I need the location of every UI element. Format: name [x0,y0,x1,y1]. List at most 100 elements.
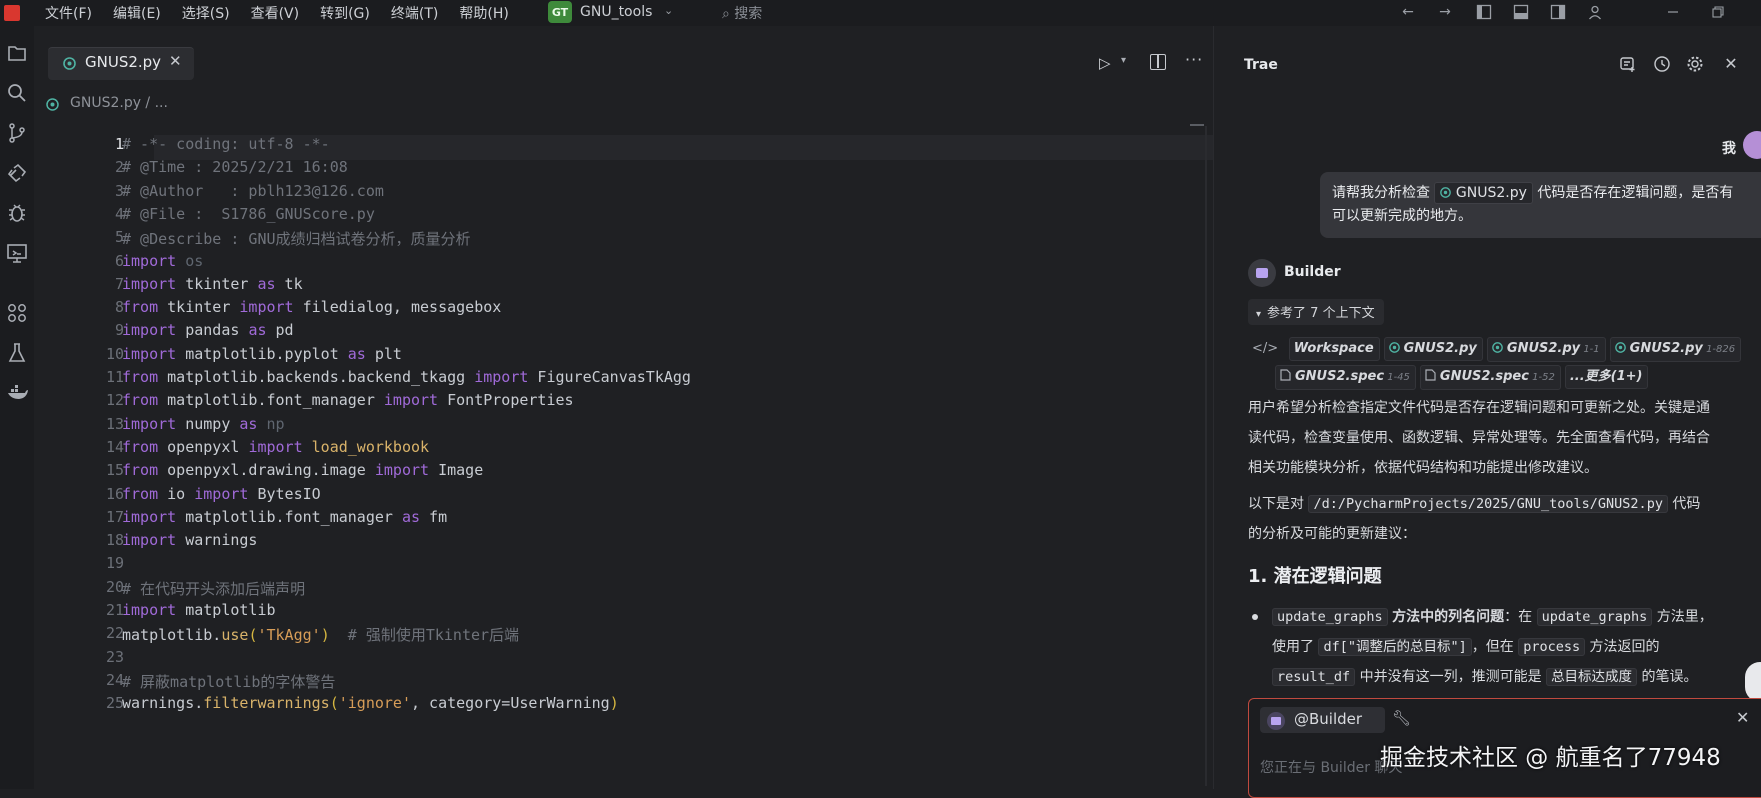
code-line[interactable]: 25 warnings.filterwarnings('ignore', cate… [34,694,1214,720]
debug-icon[interactable] [6,202,28,224]
code-text: from matplotlib.backends.backend_tkagg i… [122,368,691,386]
context-reference-chip[interactable]: GNUS2.spec 1-52 [1419,365,1561,390]
history-icon[interactable] [1653,55,1671,73]
code-line[interactable]: 23 [34,648,1214,674]
toggle-sidebar-icon[interactable] [1476,4,1492,20]
code-line[interactable]: 20 # 在代码开头添加后端声明 [34,578,1214,604]
code-line[interactable]: 8 from tkinter import filedialog, message… [34,298,1214,324]
run-icon[interactable]: ▷ [1099,54,1111,72]
agent-mention-label[interactable]: @Builder [1294,710,1362,728]
code-line[interactable]: 10 import matplotlib.pyplot as plt [34,345,1214,371]
context-references-row: GNUS2.spec 1-45 GNUS2.spec 1-52 ...更多(1+) [1275,365,1652,390]
code-line[interactable]: 13 import numpy as np [34,415,1214,441]
code-line[interactable]: 12 from matplotlib.font_manager import Fo… [34,391,1214,417]
context-reference-chip[interactable]: GNUS2.py [1383,337,1483,361]
editor-scrollbar[interactable] [1205,126,1207,786]
inline-code: 总目标达成度 [1546,668,1638,686]
extensions-link-icon[interactable] [6,162,28,184]
tab-label[interactable]: GNUS2.py [85,53,161,71]
code-line[interactable]: 19 [34,554,1214,580]
context-toggle[interactable]: ▾ 参考了 7 个上下文 [1248,299,1384,325]
project-badge[interactable]: GT [548,1,572,23]
forward-arrow-icon[interactable]: → [1437,4,1453,20]
search-box[interactable]: ⌕ 搜索 [722,3,762,23]
context-reference-chip[interactable]: GNUS2.spec 1-45 [1275,365,1416,390]
code-icon: </> [1252,341,1279,356]
code-line[interactable]: 5 # @Describe : GNU成绩归档试卷分析，质量分析 [34,228,1214,254]
menu-edit[interactable]: 编辑(E) [113,3,161,23]
context-reference-chip[interactable]: GNUS2.py 1-826 [1609,337,1742,362]
file-path-code[interactable]: /d:/PycharmProjects/2025/GNU_tools/GNUS2… [1308,495,1668,513]
menu-terminal[interactable]: 终端(T) [391,3,438,23]
code-line[interactable]: 17 import matplotlib.font_manager as fm [34,508,1214,534]
code-line[interactable]: 3 # @Author : pblh123@126.com [34,182,1214,208]
back-arrow-icon[interactable]: ← [1400,4,1416,20]
docker-icon[interactable] [6,382,28,404]
source-control-icon[interactable] [6,122,28,144]
line-number: 11 [105,368,124,386]
context-reference-chip[interactable]: GNUS2.py 1-1 [1486,337,1606,362]
code-line[interactable]: 4 # @File : S1786_GNUScore.py [34,205,1214,231]
inline-code: process [1518,638,1586,656]
menu-help[interactable]: 帮助(H) [459,3,508,23]
settings-gear-icon[interactable] [1686,55,1704,73]
tools-wrench-icon[interactable]: 🔧︎ [1392,709,1411,727]
code-line[interactable]: 14 from openpyxl import load_workbook [34,438,1214,464]
line-number: 6 [114,251,124,270]
split-editor-icon[interactable] [1150,54,1166,70]
code-line[interactable]: 7 import tkinter as tk [34,275,1214,301]
code-line[interactable]: 21 import matplotlib [34,601,1214,627]
close-icon[interactable]: ✕ [169,52,182,70]
chevron-down-icon[interactable]: ▾ [1121,55,1126,66]
code-editor[interactable]: 1 # -*- coding: utf-8 -*- 2 # @Time : 2025/… [34,130,1244,789]
code-line[interactable]: 15 from openpyxl.drawing.image import Ima… [34,461,1214,487]
extensions-grid-icon[interactable] [6,302,28,324]
context-reference-chip[interactable]: Workspace [1288,337,1380,361]
remote-display-icon[interactable] [6,242,28,264]
code-text: warnings.filterwarnings('ignore', catego… [122,694,619,713]
line-number: 10 [105,344,124,363]
code-line[interactable]: 18 import warnings [34,531,1214,557]
menu-view[interactable]: 查看(V) [251,3,300,23]
message-text: 请帮我分析检查 [1332,185,1430,201]
python-file-icon [1492,342,1503,353]
scroll-to-bottom-button[interactable] [1745,662,1761,702]
explorer-icon[interactable] [6,42,28,64]
chevron-down-icon[interactable]: ⌄ [664,4,673,17]
line-number: 21 [105,601,124,619]
new-chat-icon[interactable] [1619,55,1637,73]
file-reference-chip[interactable]: GNUS2.py [1434,182,1533,204]
restore-icon[interactable] [1710,4,1726,20]
menu-selection[interactable]: 选择(S) [182,3,230,23]
close-icon[interactable]: ✕ [1736,708,1749,727]
context-reference-chip[interactable]: ...更多(1+) [1564,365,1649,389]
reference-name: GNUS2.py [1403,341,1477,356]
code-line[interactable]: 16 from io import BytesIO [34,485,1214,511]
reference-range: 1-45 [1384,372,1410,383]
line-number: 13 [105,414,124,433]
breadcrumb[interactable]: GNUS2.py / ... [70,95,168,111]
toggle-secondary-sidebar-icon[interactable] [1550,4,1566,20]
project-name[interactable]: GNU_tools [580,4,652,20]
code-line[interactable]: 11 from matplotlib.backends.backend_tkagg… [34,368,1214,394]
minimize-icon[interactable] [1665,4,1681,20]
code-line[interactable]: 1 # -*- coding: utf-8 -*- [34,135,1214,161]
close-icon[interactable]: ✕ [1722,55,1740,73]
search-icon[interactable] [6,82,28,104]
inline-code: df["调整后的总目标"] [1318,638,1472,656]
toggle-panel-icon[interactable] [1513,4,1529,20]
testing-flask-icon[interactable] [6,342,28,364]
text-span: 方法里， [1656,609,1713,625]
code-line[interactable]: 2 # @Time : 2025/2/21 16:08 [34,158,1214,184]
code-line[interactable]: 22 matplotlib.use('TkAgg') # 强制使用Tkinter后… [34,624,1214,650]
menu-file[interactable]: 文件(F) [45,3,92,23]
code-line[interactable]: 6 import os [34,252,1214,278]
more-actions-icon[interactable]: ··· [1185,50,1203,69]
title-bar: 文件(F) 编辑(E) 选择(S) 查看(V) 转到(G) 终端(T) 帮助(H… [0,0,1761,26]
menu-goto[interactable]: 转到(G) [320,3,370,23]
account-icon[interactable] [1587,4,1603,20]
code-line[interactable]: 24 # 屏蔽matplotlib的字体警告 [34,671,1214,697]
code-text: # @Author : pblh123@126.com [122,181,384,200]
code-line[interactable]: 9 import pandas as pd [34,321,1214,347]
text-line: 相关功能模块分析，依据代码结构和功能提出修改建议。 [1248,460,1598,476]
